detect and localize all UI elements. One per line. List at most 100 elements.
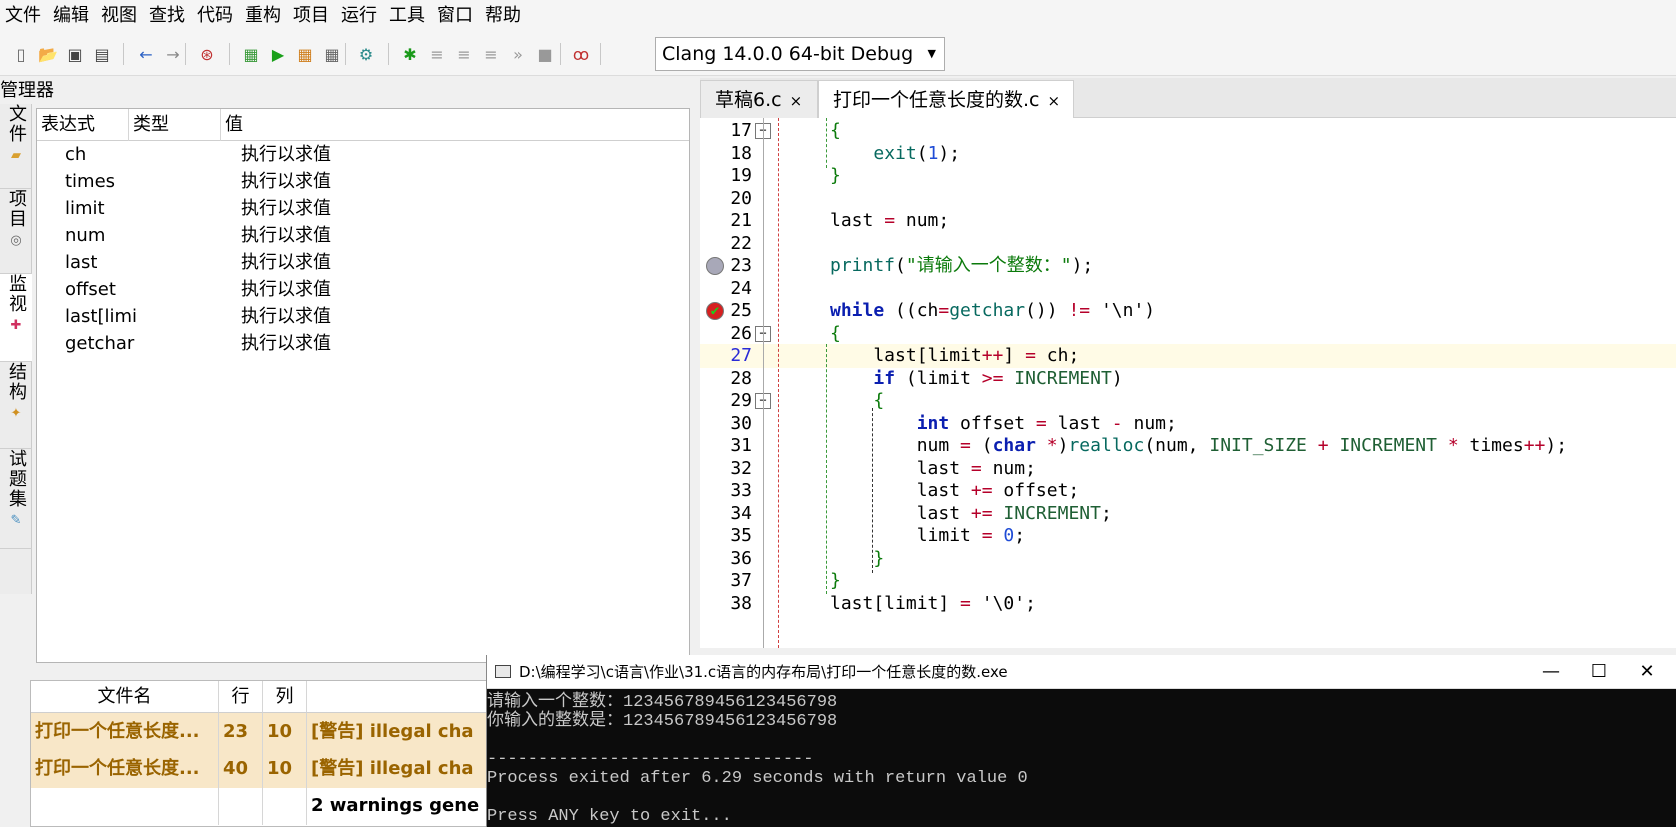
code-line[interactable]: 22 [700, 232, 1676, 256]
line-number[interactable]: 26 [700, 322, 752, 346]
breakpoint-icon[interactable] [706, 257, 724, 275]
line-number[interactable]: 32 [700, 457, 752, 481]
msg-col-message[interactable] [307, 681, 491, 713]
line-number[interactable]: 36 [700, 547, 752, 571]
code-line[interactable]: 37} [700, 569, 1676, 593]
msg-col-file[interactable]: 文件名 [31, 681, 219, 713]
line-number[interactable]: 34 [700, 502, 752, 526]
stop-icon[interactable]: ■ [534, 43, 556, 65]
maximize-button[interactable]: ☐ [1575, 655, 1623, 689]
line-number[interactable]: 29 [700, 389, 752, 413]
line-number[interactable]: 21 [700, 209, 752, 233]
debug-tool-icon[interactable]: ꝏ [570, 43, 592, 65]
code-editor[interactable]: 17{−18 exit(1); 19} 20 21 last = num; 22 23 pri… [700, 118, 1676, 648]
console-titlebar[interactable]: D:\编程学习\c语言\作业\31.c语言的内存布局\打印一个任意长度的数.ex… [487, 655, 1676, 689]
watch-row[interactable]: last[limi 执行以求值 [37, 303, 689, 330]
watch-row[interactable]: times 执行以求值 [37, 168, 689, 195]
code-line[interactable]: 19} [700, 164, 1676, 188]
forward-icon[interactable]: → [162, 43, 184, 65]
step-icon[interactable]: ≡ [480, 43, 502, 65]
unindent-icon[interactable]: ≡ [453, 43, 475, 65]
line-number[interactable]: 17 [700, 119, 752, 143]
code-line[interactable]: 33 last += offset; [700, 479, 1676, 503]
menu-item[interactable]: 窗口 [432, 0, 480, 32]
watch-row[interactable]: ch 执行以求值 [37, 141, 689, 168]
tab-draft6[interactable]: 草稿6.c × [700, 80, 818, 118]
menu-item[interactable]: 项目 [288, 0, 336, 32]
line-number[interactable]: 22 [700, 232, 752, 256]
code-line[interactable]: 25 while ((ch=getchar()) != '\n') ✔ [700, 299, 1676, 323]
code-line[interactable]: 20 [700, 187, 1676, 211]
run-icon[interactable]: ▶ [267, 43, 289, 65]
close-icon[interactable]: × [790, 92, 803, 110]
message-row[interactable]: 打印一个任意长度... 23 10 [警告] illegal cha [31, 713, 491, 751]
side-tab[interactable]: 项目 ◎ [0, 189, 32, 274]
watch-col-value[interactable]: 值 [221, 109, 689, 141]
save-all-icon[interactable]: ▤ [91, 43, 113, 65]
close-button[interactable]: ✕ [1623, 655, 1671, 689]
check-syntax-icon[interactable]: ⚙ [355, 43, 377, 65]
menu-item[interactable]: 视图 [96, 0, 144, 32]
watch-row[interactable]: num 执行以求值 [37, 222, 689, 249]
menu-item[interactable]: 文件 [0, 0, 48, 32]
line-number[interactable]: 28 [700, 367, 752, 391]
code-line[interactable]: 27 last[limit++] = ch; [700, 344, 1676, 368]
line-number[interactable]: 19 [700, 164, 752, 188]
line-number[interactable]: 20 [700, 187, 752, 211]
console-window[interactable]: D:\编程学习\c语言\作业\31.c语言的内存布局\打印一个任意长度的数.ex… [486, 655, 1676, 827]
compile-icon[interactable]: ▦ [240, 43, 262, 65]
code-line[interactable]: 23 printf("请输入一个整数："); [700, 254, 1676, 278]
tab-print-number[interactable]: 打印一个任意长度的数.c × [818, 80, 1074, 118]
back-icon[interactable]: ← [135, 43, 157, 65]
indent-icon[interactable]: ≡ [426, 43, 448, 65]
menu-item[interactable]: 代码 [192, 0, 240, 32]
side-tab[interactable]: 试题集 ✎ [0, 449, 32, 549]
code-line[interactable]: 26{− [700, 322, 1676, 346]
code-line[interactable]: 38 last[limit] = '\0'; [700, 592, 1676, 616]
watch-col-expression[interactable]: 表达式 [37, 109, 129, 141]
side-tab[interactable]: 结构 ✦ [0, 362, 32, 449]
watch-col-type[interactable]: 类型 [129, 109, 221, 141]
code-line[interactable]: 31 num = (char *)realloc(num, INIT_SIZE … [700, 434, 1676, 458]
menu-item[interactable]: 运行 [336, 0, 384, 32]
close-icon[interactable]: × [1048, 92, 1061, 110]
line-number[interactable]: 18 [700, 142, 752, 166]
code-line[interactable]: 17{− [700, 119, 1676, 143]
compiler-select[interactable]: Clang 14.0.0 64-bit Debug ▼ [655, 37, 945, 71]
rebuild-icon[interactable]: ▦ [321, 43, 343, 65]
menu-item[interactable]: 重构 [240, 0, 288, 32]
code-line[interactable]: 21 last = num; [700, 209, 1676, 233]
line-number[interactable]: 30 [700, 412, 752, 436]
code-line[interactable]: 29 {− [700, 389, 1676, 413]
debug-icon[interactable]: ✱ [399, 43, 421, 65]
message-row[interactable]: 打印一个任意长度... 40 10 [警告] illegal cha [31, 750, 491, 788]
line-number[interactable]: 24 [700, 277, 752, 301]
menu-item[interactable]: 查找 [144, 0, 192, 32]
menu-item[interactable]: 帮助 [480, 0, 528, 32]
side-tab[interactable]: 文件 ▰ [0, 104, 32, 189]
code-line[interactable]: 18 exit(1); [700, 142, 1676, 166]
message-row[interactable]: 2 warnings gene [31, 787, 491, 825]
code-line[interactable]: 36 } [700, 547, 1676, 571]
next-icon[interactable]: » [507, 43, 529, 65]
line-number[interactable]: 33 [700, 479, 752, 503]
code-line[interactable]: 32 last = num; [700, 457, 1676, 481]
watch-row[interactable]: limit 执行以求值 [37, 195, 689, 222]
save-icon[interactable]: ▣ [64, 43, 86, 65]
compile-run-icon[interactable]: ▦ [294, 43, 316, 65]
watch-row[interactable]: last 执行以求值 [37, 249, 689, 276]
minimize-button[interactable]: — [1527, 655, 1575, 689]
line-number[interactable]: 35 [700, 524, 752, 548]
goto-icon[interactable]: ⊛ [196, 43, 218, 65]
line-number[interactable]: 38 [700, 592, 752, 616]
msg-col-col[interactable]: 列 [263, 681, 307, 713]
line-number[interactable]: 27 [700, 344, 752, 368]
menu-item[interactable]: 编辑 [48, 0, 96, 32]
new-file-icon[interactable]: ▯ [10, 43, 32, 65]
watch-row[interactable]: getchar 执行以求值 [37, 330, 689, 357]
line-number[interactable]: 31 [700, 434, 752, 458]
open-icon[interactable]: 📂 [37, 43, 59, 65]
line-number[interactable]: 37 [700, 569, 752, 593]
code-line[interactable]: 30 int offset = last - num; [700, 412, 1676, 436]
menu-item[interactable]: 工具 [384, 0, 432, 32]
